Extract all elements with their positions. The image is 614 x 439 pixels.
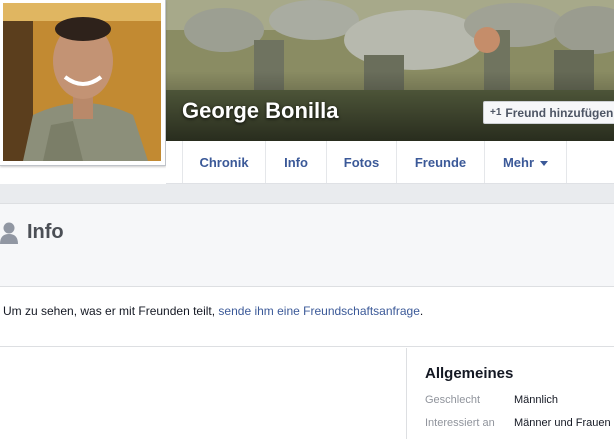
gender-value: Männlich	[514, 394, 559, 406]
send-friend-request-link[interactable]: sende ihm eine Freundschaftsanfrage	[218, 304, 419, 318]
tab-mehr[interactable]: Mehr	[484, 141, 567, 183]
add-friend-label: Freund hinzufügen	[505, 105, 614, 120]
general-info-panel: Allgemeines Geschlecht Männlich Interess…	[406, 348, 614, 439]
profile-portrait	[3, 3, 161, 161]
message-suffix: .	[419, 304, 424, 318]
interested-in-label: Interessiert an	[425, 417, 495, 429]
person-icon	[0, 222, 18, 244]
tab-fotos[interactable]: Fotos	[326, 141, 396, 183]
gender-label: Geschlecht	[425, 394, 481, 406]
add-friend-button[interactable]: +1 Freund hinzufügen	[483, 101, 614, 124]
section-gap	[0, 184, 614, 203]
info-title: Info	[27, 221, 64, 243]
tab-freunde[interactable]: Freunde	[396, 141, 484, 183]
profile-picture-frame[interactable]	[0, 0, 166, 166]
tab-fotos-label: Fotos	[343, 154, 380, 170]
main-column	[0, 348, 406, 439]
tab-mehr-label: Mehr	[502, 154, 535, 170]
interested-in-value: Männer und Frauen	[514, 417, 611, 429]
add-friend-icon: +1	[490, 107, 502, 118]
tab-chronik[interactable]: Chronik	[182, 141, 265, 183]
tab-info-label: Info	[284, 154, 308, 170]
profile-picture	[3, 3, 161, 161]
tab-info[interactable]: Info	[265, 141, 326, 183]
privacy-message: Um zu sehen, was er mit Freunden teilt, …	[3, 304, 423, 318]
message-prefix: Um zu sehen, was er mit Freunden teilt,	[3, 304, 219, 318]
profile-nav: Chronik Info Fotos Freunde Mehr	[166, 141, 614, 184]
profile-name[interactable]: George Bonilla	[182, 98, 338, 124]
chevron-down-icon	[540, 160, 549, 166]
tab-freunde-label: Freunde	[414, 154, 467, 170]
tab-chronik-label: Chronik	[199, 154, 249, 170]
general-section-title: Allgemeines	[425, 365, 514, 382]
info-section-header: Info	[0, 203, 614, 287]
friend-request-notice: Um zu sehen, was er mit Freunden teilt, …	[0, 287, 614, 347]
